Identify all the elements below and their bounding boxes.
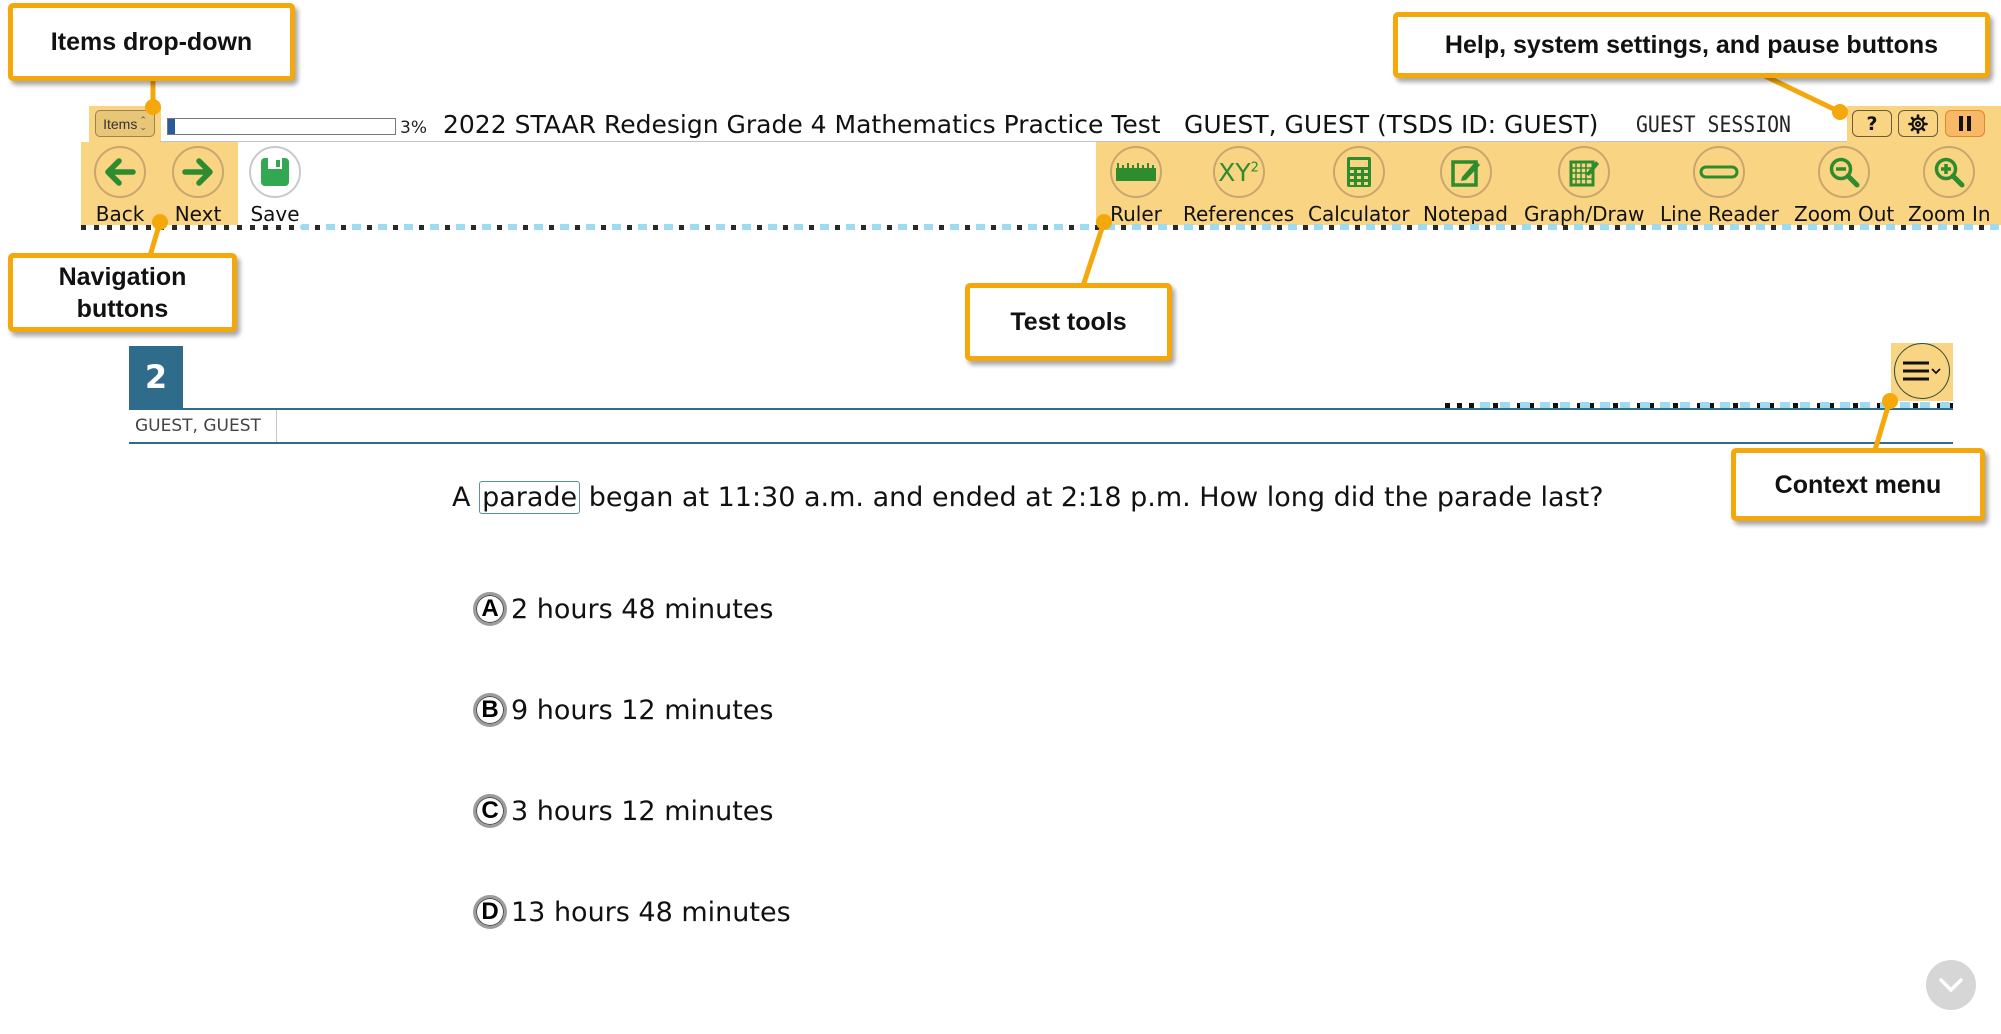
tool-line-reader[interactable]: Line Reader (1660, 146, 1779, 226)
next-label: Next (174, 202, 222, 226)
callout-pointer (1832, 104, 1848, 120)
settings-button[interactable] (1898, 110, 1938, 137)
callout-pointer (1096, 214, 1112, 230)
choice-text: 9 hours 12 minutes (511, 694, 774, 726)
student-name-separator (276, 410, 277, 442)
scroll-down-button[interactable] (1926, 960, 1976, 1010)
zoom-out-icon (1829, 157, 1860, 188)
choice-bubble[interactable]: B (473, 693, 507, 727)
arrow-right-icon (182, 158, 213, 186)
toolbar-divider-accent (300, 224, 2000, 230)
tool-label: References (1183, 202, 1295, 226)
line-reader-icon (1699, 165, 1739, 179)
zoom-in-icon (1935, 157, 1965, 188)
tool-calculator[interactable]: Calculator (1308, 146, 1410, 226)
question-prefix: A (452, 482, 471, 513)
session-id: GUEST SESSION (1636, 113, 1791, 138)
next-button[interactable]: Next (172, 146, 224, 226)
test-title: 2022 STAAR Redesign Grade 4 Mathematics … (443, 110, 1161, 139)
student-info: GUEST, GUEST (TSDS ID: GUEST) (1184, 110, 1599, 139)
progress-bar-fill (168, 119, 175, 134)
callout-system-buttons: Help, system settings, and pause buttons (1393, 12, 1990, 78)
ruler-icon (1116, 163, 1156, 181)
callout-pointer (145, 99, 161, 115)
pause-icon (1959, 116, 1971, 131)
item-header-line (129, 408, 1953, 410)
help-icon: ? (1866, 112, 1878, 135)
context-menu-button[interactable] (1894, 343, 1950, 399)
choice-text: 2 hours 48 minutes (511, 593, 774, 625)
notepad-icon (1450, 160, 1480, 187)
tool-label: Line Reader (1660, 202, 1779, 226)
progress-bar (167, 118, 396, 135)
glossary-word[interactable]: parade (479, 481, 581, 514)
tool-zoom-in[interactable]: Zoom In (1908, 146, 1991, 226)
calculator-icon (1346, 157, 1371, 187)
references-icon: XY2 (1218, 157, 1259, 187)
tool-label: Ruler (1110, 202, 1162, 226)
items-dropdown-label: Items (103, 115, 138, 132)
system-buttons: ? (1847, 106, 2001, 142)
choice-text: 3 hours 12 minutes (511, 795, 774, 827)
tool-label: Notepad (1423, 202, 1508, 226)
callout-navigation: Navigation buttons (8, 253, 237, 332)
tool-label: Zoom Out (1794, 202, 1895, 226)
choice-bubble[interactable]: A (473, 592, 507, 626)
save-button[interactable]: Save (249, 146, 301, 226)
answer-choice-d[interactable]: D 13 hours 48 minutes (473, 895, 791, 929)
choice-bubble[interactable]: D (473, 895, 507, 929)
tool-graph-draw[interactable]: Graph/Draw (1524, 146, 1644, 226)
back-button[interactable]: Back (94, 146, 146, 226)
callout-pointer (1882, 393, 1898, 409)
context-menu-highlight (1891, 343, 1953, 401)
tool-zoom-out[interactable]: Zoom Out (1794, 146, 1894, 226)
answer-choice-a[interactable]: A 2 hours 48 minutes (473, 592, 774, 626)
tool-label: Graph/Draw (1524, 202, 1645, 226)
save-label: Save (250, 202, 300, 226)
floppy-disk-icon (261, 158, 289, 186)
tool-label: Zoom In (1908, 202, 1991, 226)
pause-button[interactable] (1945, 110, 1985, 137)
student-name: GUEST, GUEST (135, 416, 261, 436)
back-label: Back (95, 202, 145, 226)
tool-references[interactable]: XY2 References (1183, 146, 1294, 226)
tool-label: Calculator (1308, 202, 1410, 226)
gear-icon (1908, 113, 1928, 134)
progress-percent: 3% (400, 118, 427, 138)
tool-ruler[interactable]: Ruler (1110, 146, 1162, 226)
item-number: 2 (129, 346, 183, 408)
callout-test-tools: Test tools (965, 283, 1172, 361)
hamburger-menu-icon (1903, 361, 1941, 381)
callout-context-menu: Context menu (1731, 448, 1985, 521)
item-header-line (129, 442, 1953, 444)
arrow-left-icon (105, 158, 136, 186)
question-text: began at 11:30 a.m. and ended at 2:18 p.… (588, 482, 1604, 513)
updown-chevron-icon: ⌃ ⌄ (139, 114, 147, 132)
items-dropdown[interactable]: Items ⌃ ⌄ (95, 110, 155, 137)
answer-choice-b[interactable]: B 9 hours 12 minutes (473, 693, 774, 727)
choice-text: 13 hours 48 minutes (511, 896, 791, 928)
help-button[interactable]: ? (1852, 110, 1892, 137)
answer-choice-c[interactable]: C 3 hours 12 minutes (473, 794, 774, 828)
callout-pointer (152, 214, 168, 230)
chevron-down-icon (1939, 978, 1963, 993)
callout-items-dropdown: Items drop-down (8, 3, 295, 81)
question-stem: A parade began at 11:30 a.m. and ended a… (452, 481, 1604, 514)
graph-draw-icon (1569, 160, 1600, 187)
tool-notepad[interactable]: Notepad (1423, 146, 1508, 226)
choice-bubble[interactable]: C (473, 794, 507, 828)
